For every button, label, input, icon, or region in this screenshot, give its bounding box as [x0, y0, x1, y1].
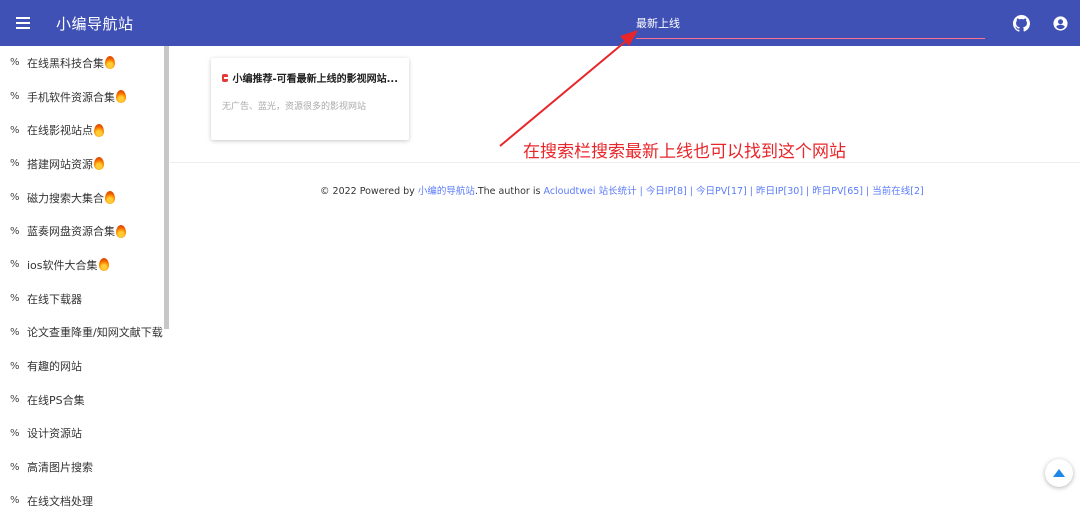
- fire-icon: [116, 224, 126, 238]
- link-icon: %: [10, 461, 20, 473]
- footer-site-link[interactable]: 小编的导航站: [418, 186, 475, 197]
- sidebar-item[interactable]: % 高清图片搜索: [0, 450, 170, 484]
- sidebar-item[interactable]: % 在线黑科技合集: [0, 46, 170, 80]
- sidebar-item-label: 高清图片搜索: [27, 461, 93, 475]
- sidebar-item[interactable]: % 磁力搜索大集合: [0, 181, 170, 215]
- site-favicon-icon: [222, 73, 231, 82]
- sidebar-item[interactable]: % 蓝奏网盘资源合集: [0, 214, 170, 248]
- card-description: 无广告、蓝光，资源很多的影视网站: [222, 102, 367, 112]
- sidebar-item-label: 磁力搜索大集合: [27, 191, 104, 205]
- footer-stats-link[interactable]: 站长统计 | 今日IP[8] | 今日PV[17] | 昨日IP[30] | 昨…: [599, 186, 924, 197]
- fire-icon: [94, 123, 104, 137]
- footer: © 2022 Powered by 小编的导航站.The author is A…: [320, 183, 924, 197]
- fire-icon: [105, 191, 115, 205]
- sidebar-item[interactable]: % 在线文档处理: [0, 484, 170, 507]
- sidebar-scrollbar[interactable]: [164, 46, 169, 329]
- footer-author-link[interactable]: Acloudtwei: [543, 186, 595, 197]
- github-icon[interactable]: [1012, 14, 1030, 32]
- sidebar-item-label: 在线影视站点: [27, 124, 93, 138]
- footer-author-text: .The author is: [474, 186, 544, 197]
- sidebar-item-label: 手机软件资源合集: [27, 90, 115, 104]
- annotation-text: 在搜索栏搜索最新上线也可以找到这个网站: [523, 142, 846, 162]
- link-icon: %: [10, 293, 20, 305]
- sidebar-item-label: 搭建网站资源: [27, 157, 93, 171]
- fire-icon: [94, 157, 104, 171]
- footer-prefix: © 2022 Powered by: [320, 186, 418, 197]
- arrow-up-icon: [1053, 469, 1065, 477]
- sidebar-item[interactable]: % 手机软件资源合集: [0, 80, 170, 114]
- search-input[interactable]: [600, 8, 985, 38]
- link-icon: %: [10, 360, 20, 372]
- sidebar-item-label: 在线PS合集: [27, 393, 85, 407]
- sidebar-item[interactable]: % 搭建网站资源: [0, 147, 170, 181]
- menu-icon[interactable]: [0, 0, 46, 46]
- sidebar-item-label: 有趣的网站: [27, 360, 82, 374]
- site-title[interactable]: 小编导航站: [56, 13, 134, 34]
- link-icon: %: [10, 192, 20, 204]
- sidebar-item[interactable]: % ios软件大合集: [0, 248, 170, 282]
- fire-icon: [98, 258, 109, 272]
- sidebar-item-label: ios软件大合集: [27, 258, 98, 272]
- link-icon: %: [10, 124, 20, 136]
- link-icon: %: [10, 495, 20, 507]
- fire-icon: [105, 56, 115, 70]
- sidebar-item-label: 在线黑科技合集: [27, 56, 104, 70]
- sidebar-item-label: 设计资源站: [27, 427, 82, 441]
- sidebar-item-label: 蓝奏网盘资源合集: [27, 225, 115, 239]
- card-title-text: 小编推荐-可看最新上线的影视网站...: [232, 74, 398, 85]
- link-icon: %: [10, 57, 20, 69]
- link-icon: %: [10, 259, 20, 271]
- sidebar-item-label: 论文查重降重/知网文献下载: [27, 326, 163, 340]
- back-to-top-button[interactable]: [1045, 459, 1073, 487]
- link-icon: %: [10, 225, 20, 237]
- search-underline: [636, 38, 985, 39]
- card-title: 小编推荐-可看最新上线的影视网站...: [222, 70, 398, 85]
- sidebar-item[interactable]: % 论文查重降重/知网文献下载: [0, 316, 170, 350]
- sidebar-item[interactable]: % 在线下载器: [0, 282, 170, 316]
- sidebar-item-label: 在线下载器: [27, 292, 82, 306]
- link-icon: %: [10, 394, 20, 406]
- sidebar-item[interactable]: % 设计资源站: [0, 417, 170, 451]
- link-icon: %: [10, 427, 20, 439]
- account-circle-icon[interactable]: [1051, 14, 1069, 32]
- sidebar-item-label: 在线文档处理: [27, 494, 93, 507]
- link-icon: %: [10, 91, 20, 103]
- link-icon: %: [10, 326, 20, 338]
- link-icon: %: [10, 158, 20, 170]
- sidebar-item[interactable]: % 在线PS合集: [0, 383, 170, 417]
- sidebar-item[interactable]: % 有趣的网站: [0, 349, 170, 383]
- content-divider: [170, 162, 1080, 163]
- site-card[interactable]: 小编推荐-可看最新上线的影视网站... 无广告、蓝光，资源很多的影视网站: [211, 58, 409, 140]
- sidebar-nav: % 在线黑科技合集% 手机软件资源合集% 在线影视站点% 搭建网站资源% 磁力搜索大集合%…: [0, 46, 170, 507]
- fire-icon: [116, 90, 126, 104]
- search-box[interactable]: [600, 8, 985, 40]
- sidebar-item[interactable]: % 在线影视站点: [0, 113, 170, 147]
